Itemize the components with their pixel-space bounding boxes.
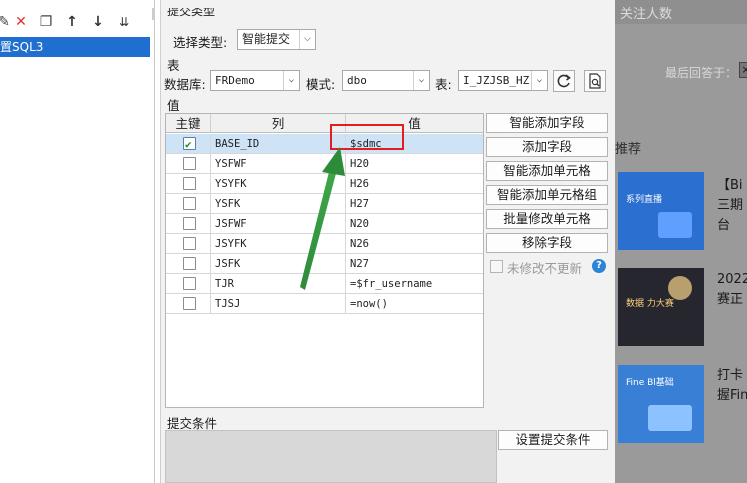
- value-section-label: 值: [167, 98, 180, 113]
- table-row[interactable]: YSFWF H20: [166, 154, 483, 174]
- add-field-button[interactable]: 添加字段: [486, 137, 608, 157]
- post-thumbnail[interactable]: Fine Bl基础: [618, 365, 704, 443]
- highlight-box: [330, 124, 404, 150]
- table-row[interactable]: TJR =$fr_username: [166, 274, 483, 294]
- chevron-down-icon: ⌵: [283, 71, 299, 90]
- primary-key-checkbox[interactable]: [183, 157, 196, 170]
- primary-key-checkbox[interactable]: [183, 135, 196, 154]
- table-row[interactable]: JSYFK N26: [166, 234, 483, 254]
- splitter-handle[interactable]: [152, 8, 155, 20]
- recommend-heading: 推荐: [615, 142, 642, 157]
- table-row[interactable]: BASE_ID $sdmc: [166, 134, 483, 154]
- column-header-column[interactable]: 列: [211, 114, 346, 133]
- no-update-unmodified-label: 未修改不更新: [507, 261, 583, 276]
- database-value: FRDemo: [215, 74, 255, 87]
- primary-key-checkbox[interactable]: [183, 197, 196, 210]
- move-down-icon[interactable]: ↓: [90, 14, 106, 30]
- schema-select[interactable]: dbo ⌵: [342, 70, 430, 91]
- background-web-page: 关注人数 最后回答于： × 推荐 系列直播 【Bi 三期 台 数据 力大赛 20…: [615, 0, 747, 483]
- submit-type-section-label: 提交类型: [167, 8, 216, 18]
- chevron-down-icon: ⌵: [531, 71, 547, 90]
- post-title-line[interactable]: 台: [717, 216, 730, 236]
- no-update-unmodified-checkbox[interactable]: [490, 260, 503, 273]
- post-thumbnail[interactable]: 数据 力大赛: [618, 268, 704, 346]
- table-section-label: 表: [167, 58, 180, 73]
- delete-icon[interactable]: ✕: [13, 14, 29, 30]
- copy-icon[interactable]: ❐: [38, 14, 54, 30]
- table-row[interactable]: JSFK N27: [166, 254, 483, 274]
- smart-add-cell-group-button[interactable]: 智能添加单元格组: [486, 185, 608, 205]
- value-cell[interactable]: N20: [346, 214, 483, 234]
- edit-icon[interactable]: ✎: [0, 14, 12, 30]
- refresh-icon: [557, 74, 571, 88]
- follow-count-label: 关注人数: [615, 0, 747, 24]
- primary-key-checkbox[interactable]: [183, 237, 196, 250]
- set-submit-condition-button[interactable]: 设置提交条件: [498, 430, 608, 450]
- submit-condition-area[interactable]: [165, 430, 497, 483]
- column-cell[interactable]: BASE_ID: [211, 134, 346, 154]
- value-cell[interactable]: N27: [346, 254, 483, 274]
- column-cell[interactable]: JSFWF: [211, 214, 346, 234]
- primary-key-checkbox[interactable]: [183, 177, 196, 190]
- value-cell[interactable]: H20: [346, 154, 483, 174]
- refresh-button[interactable]: [553, 70, 575, 92]
- table-row[interactable]: YSYFK H26: [166, 174, 483, 194]
- column-cell[interactable]: TJSJ: [211, 294, 346, 314]
- post-title-line[interactable]: 握Fin: [717, 386, 747, 406]
- value-cell[interactable]: H26: [346, 174, 483, 194]
- tree-toolbar: ✎ ✕ ❐ ↑ ↓ ⇊: [0, 14, 150, 32]
- value-cell[interactable]: =now(): [346, 294, 483, 314]
- column-cell[interactable]: YSFWF: [211, 154, 346, 174]
- database-label: 数据库:: [164, 77, 206, 92]
- move-up-icon[interactable]: ↑: [64, 14, 80, 30]
- primary-key-checkbox[interactable]: [183, 257, 196, 270]
- chevron-down-icon: ⌵: [299, 30, 315, 49]
- post-title-line[interactable]: 打卡: [717, 366, 743, 386]
- schema-value: dbo: [347, 74, 367, 87]
- primary-key-checkbox[interactable]: [183, 217, 196, 230]
- column-cell[interactable]: YSFK: [211, 194, 346, 214]
- column-cell[interactable]: JSFK: [211, 254, 346, 274]
- value-cell[interactable]: =$fr_username: [346, 274, 483, 294]
- table-select[interactable]: I_JZJSB_HZ ⌵: [458, 70, 548, 91]
- value-cell[interactable]: N26: [346, 234, 483, 254]
- table-label: 表:: [435, 77, 452, 92]
- column-cell[interactable]: JSYFK: [211, 234, 346, 254]
- value-cell[interactable]: H27: [346, 194, 483, 214]
- preview-icon: [589, 73, 601, 89]
- smart-add-field-button[interactable]: 智能添加字段: [486, 113, 608, 133]
- database-select[interactable]: FRDemo ⌵: [210, 70, 300, 91]
- batch-modify-cell-button[interactable]: 批量修改单元格: [486, 209, 608, 229]
- last-answer-label: 最后回答于：: [665, 66, 738, 80]
- select-type-label: 选择类型:: [173, 35, 228, 50]
- post-title-line[interactable]: 赛正: [717, 290, 743, 310]
- table-row[interactable]: JSFWF N20: [166, 214, 483, 234]
- tree-item-sql3[interactable]: 内置SQL3: [0, 37, 150, 57]
- post-title-line[interactable]: 三期: [717, 196, 743, 216]
- remove-field-button[interactable]: 移除字段: [486, 233, 608, 253]
- submit-type-value: 智能提交: [242, 32, 291, 46]
- post-title-line[interactable]: 【Bi: [717, 176, 743, 196]
- column-header-pk[interactable]: 主键: [166, 114, 211, 133]
- help-icon[interactable]: ?: [592, 259, 606, 273]
- table-row[interactable]: YSFK H27: [166, 194, 483, 214]
- primary-key-checkbox[interactable]: [183, 277, 196, 290]
- smart-add-cell-button[interactable]: 智能添加单元格: [486, 161, 608, 181]
- table-value: I_JZJSB_HZ: [463, 74, 530, 87]
- post-thumbnail[interactable]: 系列直播: [618, 172, 704, 250]
- sort-icon[interactable]: ⇊: [116, 14, 132, 30]
- field-value-table: 主键 列 值 BASE_ID $sdmc YSFWF H20 YSYFK H26…: [165, 113, 484, 408]
- column-cell[interactable]: YSYFK: [211, 174, 346, 194]
- primary-key-checkbox[interactable]: [183, 297, 196, 310]
- preview-table-button[interactable]: [584, 70, 606, 92]
- dataset-tree-panel: ✎ ✕ ❐ ↑ ↓ ⇊ 内置SQL3: [0, 0, 155, 483]
- submit-type-select[interactable]: 智能提交 ⌵: [237, 29, 316, 50]
- column-cell[interactable]: TJR: [211, 274, 346, 294]
- schema-label: 模式:: [306, 77, 336, 92]
- chevron-down-icon: ⌵: [413, 71, 429, 90]
- post-title-line[interactable]: 2022: [717, 270, 747, 290]
- submit-settings-dialog: 提交类型 选择类型: 智能提交 ⌵ 表 数据库: FRDemo ⌵ 模式: db…: [160, 0, 615, 483]
- table-row[interactable]: TJSJ =now(): [166, 294, 483, 314]
- close-icon[interactable]: ×: [739, 62, 747, 78]
